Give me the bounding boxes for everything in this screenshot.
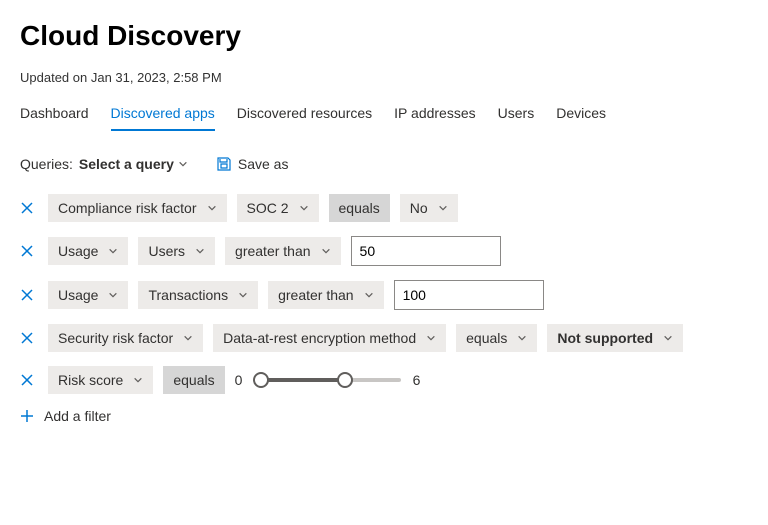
filter-operator-select[interactable]: greater than <box>225 237 341 265</box>
chevron-down-icon <box>207 203 217 213</box>
filter-category-select[interactable]: Compliance risk factor <box>48 194 227 222</box>
remove-filter-icon[interactable] <box>20 373 34 387</box>
chevron-down-icon <box>299 203 309 213</box>
plus-icon <box>20 409 34 423</box>
chevron-down-icon <box>195 246 205 256</box>
filter-operator-select[interactable]: equals <box>456 324 537 352</box>
chevron-down-icon <box>108 290 118 300</box>
filter-category-select[interactable]: Usage <box>48 237 128 265</box>
filter-operator[interactable]: equals <box>163 366 224 394</box>
save-as-button[interactable]: Save as <box>216 156 289 172</box>
chevron-down-icon <box>517 333 527 343</box>
filter-value-input[interactable] <box>351 236 501 266</box>
filter-sub-select[interactable]: Users <box>138 237 215 265</box>
chevron-down-icon <box>108 246 118 256</box>
slider-thumb-low[interactable] <box>253 372 269 388</box>
filter-sub-select[interactable]: Transactions <box>138 281 258 309</box>
filter-category-select[interactable]: Risk score <box>48 366 153 394</box>
filter-row: Risk score equals 0 6 <box>20 366 748 394</box>
chevron-down-icon <box>238 290 248 300</box>
filter-value-select[interactable]: Not supported <box>547 324 683 352</box>
slider-low-value: 0 <box>235 372 249 388</box>
tab-bar: Dashboard Discovered apps Discovered res… <box>20 99 748 132</box>
remove-filter-icon[interactable] <box>20 331 34 345</box>
remove-filter-icon[interactable] <box>20 244 34 258</box>
filter-category-select[interactable]: Security risk factor <box>48 324 203 352</box>
filter-operator[interactable]: equals <box>329 194 390 222</box>
filter-value-input[interactable] <box>394 280 544 310</box>
add-filter-button[interactable]: Add a filter <box>20 408 748 424</box>
chevron-down-icon <box>438 203 448 213</box>
tab-ip-addresses[interactable]: IP addresses <box>394 99 475 131</box>
chevron-down-icon <box>133 375 143 385</box>
queries-select[interactable]: Select a query <box>79 156 188 172</box>
filter-row: Usage Users greater than <box>20 236 748 266</box>
remove-filter-icon[interactable] <box>20 201 34 215</box>
filter-sub-select[interactable]: Data-at-rest encryption method <box>213 324 446 352</box>
queries-label: Queries: <box>20 156 73 172</box>
chevron-down-icon <box>183 333 193 343</box>
tab-discovered-apps[interactable]: Discovered apps <box>111 99 215 131</box>
updated-timestamp: Updated on Jan 31, 2023, 2:58 PM <box>20 70 748 85</box>
risk-score-slider[interactable]: 0 6 <box>235 370 427 390</box>
page-title: Cloud Discovery <box>20 20 748 52</box>
chevron-down-icon <box>178 159 188 169</box>
slider-high-value: 6 <box>413 372 427 388</box>
filter-row: Usage Transactions greater than <box>20 280 748 310</box>
chevron-down-icon <box>321 246 331 256</box>
slider-thumb-high[interactable] <box>337 372 353 388</box>
tab-users[interactable]: Users <box>498 99 535 131</box>
filter-row: Security risk factor Data-at-rest encryp… <box>20 324 748 352</box>
filter-category-select[interactable]: Usage <box>48 281 128 309</box>
save-icon <box>216 156 232 172</box>
queries-row: Queries: Select a query Save as <box>20 156 748 172</box>
filter-row: Compliance risk factor SOC 2 equals No <box>20 194 748 222</box>
chevron-down-icon <box>426 333 436 343</box>
tab-devices[interactable]: Devices <box>556 99 606 131</box>
tab-dashboard[interactable]: Dashboard <box>20 99 89 131</box>
chevron-down-icon <box>364 290 374 300</box>
filter-value-select[interactable]: No <box>400 194 458 222</box>
tab-discovered-resources[interactable]: Discovered resources <box>237 99 372 131</box>
remove-filter-icon[interactable] <box>20 288 34 302</box>
filter-sub-select[interactable]: SOC 2 <box>237 194 319 222</box>
filter-operator-select[interactable]: greater than <box>268 281 384 309</box>
chevron-down-icon <box>663 333 673 343</box>
